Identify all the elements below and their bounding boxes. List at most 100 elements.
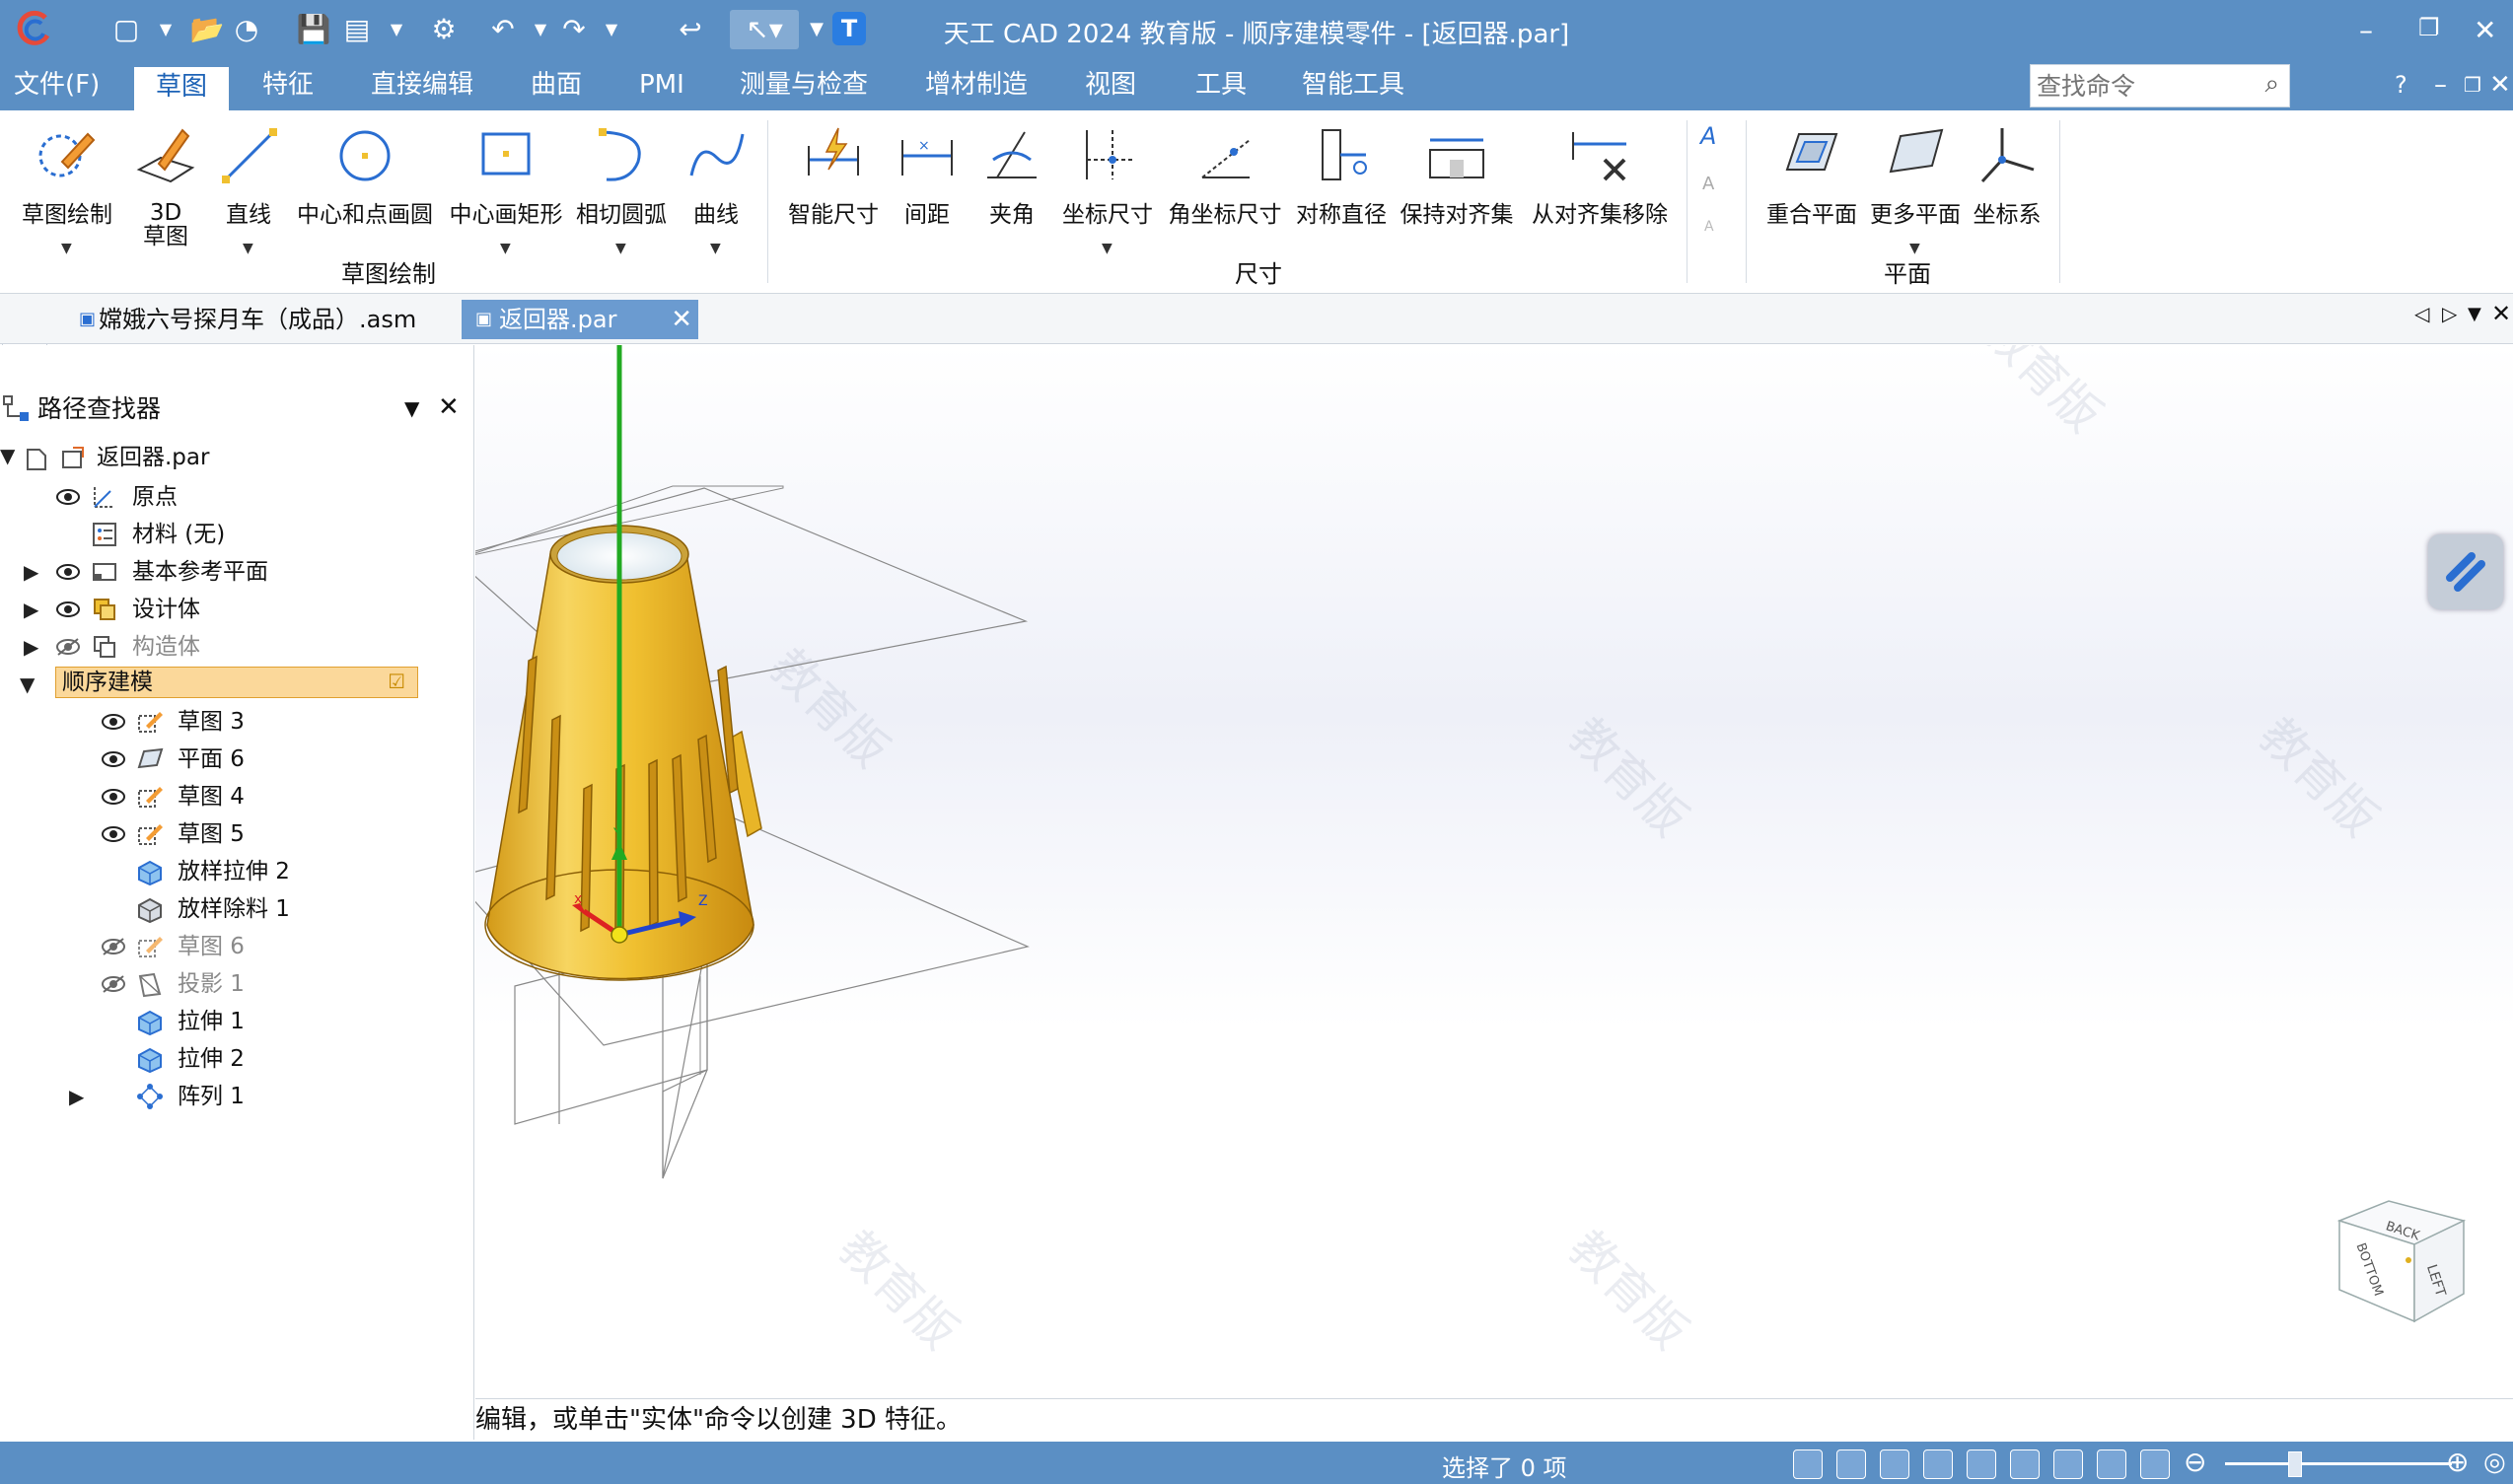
- tree-item-material[interactable]: 材料 (无): [132, 518, 225, 551]
- restore-icon[interactable]: ❐: [2418, 14, 2440, 41]
- coordinate-dimension-button[interactable]: 坐标尺寸 ▼: [1055, 110, 1160, 293]
- tree-item-construction-body[interactable]: 构造体: [132, 630, 200, 664]
- close-window-icon[interactable]: ✕: [2474, 14, 2496, 46]
- hidden-eye-icon[interactable]: [101, 974, 126, 994]
- expand-pattern-icon[interactable]: ▶: [69, 1085, 84, 1108]
- zoom-slider-thumb[interactable]: [2288, 1451, 2302, 1477]
- menu-direct-edit[interactable]: 直接编辑: [371, 69, 473, 108]
- tree-item-extrude-1[interactable]: 拉伸 1: [178, 1005, 245, 1038]
- pathfinder-menu-dropdown-icon[interactable]: ▼: [404, 396, 419, 420]
- center-rect-button[interactable]: 中心画矩形 ▼: [446, 110, 566, 293]
- hidden-eye-icon[interactable]: [55, 637, 81, 657]
- menu-surface[interactable]: 曲面: [531, 69, 582, 108]
- sketch-3d-button[interactable]: 3D 草图: [126, 110, 205, 293]
- zoom-slider-track[interactable]: [2225, 1462, 2452, 1465]
- symmetric-diameter-button[interactable]: 对称直径: [1290, 110, 1393, 293]
- view-cube[interactable]: BACK BOTTOM LEFT: [2330, 1191, 2477, 1339]
- expand-ref-planes-icon[interactable]: ▶: [24, 560, 38, 584]
- zoom-window-icon[interactable]: [1793, 1449, 1823, 1479]
- visibility-eye-icon[interactable]: [101, 824, 126, 844]
- rotate-icon[interactable]: [2010, 1449, 2040, 1479]
- tree-item-sketch-4[interactable]: 草图 4: [178, 780, 245, 813]
- origin-point[interactable]: [610, 926, 628, 944]
- part-model-canvas[interactable]: x Y Z: [475, 345, 2513, 1395]
- menu-pmi[interactable]: PMI: [639, 69, 684, 108]
- tree-item-sketch-3[interactable]: 草图 3: [178, 705, 245, 739]
- ordered-check-icon[interactable]: ☑: [388, 670, 405, 693]
- expand-root-icon[interactable]: ▼: [0, 444, 15, 467]
- visibility-eye-icon[interactable]: [101, 787, 126, 807]
- distance-button[interactable]: × 间距: [888, 110, 967, 293]
- menu-file[interactable]: 文件(F): [14, 69, 100, 108]
- tangent-arc-button[interactable]: 相切圆弧 ▼: [572, 110, 671, 293]
- coincident-plane-button[interactable]: 重合平面: [1758, 110, 1866, 293]
- menu-view[interactable]: 视图: [1085, 69, 1136, 108]
- visibility-eye-icon[interactable]: [101, 712, 126, 732]
- doc-minimize-icon[interactable]: –: [2434, 69, 2447, 108]
- tab-assembly[interactable]: ▣ 嫦娥六号探月车（成品）.asm ✕: [61, 300, 493, 339]
- tree-item-pattern-1[interactable]: 阵列 1: [178, 1080, 245, 1113]
- section-view-icon[interactable]: [2140, 1449, 2170, 1479]
- menu-measure-inspect[interactable]: 测量与检查: [740, 69, 868, 108]
- text-size-up-icon[interactable]: A: [1702, 174, 1714, 194]
- expand-construction-body-icon[interactable]: ▶: [24, 635, 38, 659]
- tab-close-all-icon[interactable]: ✕: [2491, 300, 2511, 327]
- tree-item-plane-6[interactable]: 平面 6: [178, 742, 245, 776]
- command-search-input[interactable]: [2031, 65, 2246, 106]
- pathfinder-close-icon[interactable]: ✕: [438, 392, 460, 422]
- keep-alignment-button[interactable]: 保持对齐集: [1397, 110, 1517, 293]
- tab-list-dropdown-icon[interactable]: ▼: [2468, 304, 2481, 324]
- tree-root-label[interactable]: 返回器.par: [97, 441, 209, 474]
- sketch-draw-dropdown-icon[interactable]: ▼: [61, 241, 72, 256]
- tree-item-design-body[interactable]: 设计体: [132, 593, 200, 626]
- visibility-eye-icon[interactable]: [55, 562, 81, 582]
- view-orientation-icon[interactable]: [2053, 1449, 2083, 1479]
- menu-sketch[interactable]: 草图: [134, 67, 230, 110]
- coordinate-system-button[interactable]: 坐标系: [1965, 110, 2049, 293]
- expand-design-body-icon[interactable]: ▶: [24, 598, 38, 621]
- display-style-icon[interactable]: [2097, 1449, 2126, 1479]
- tree-item-sketch-5[interactable]: 草图 5: [178, 817, 245, 851]
- center-rect-dropdown-icon[interactable]: ▼: [500, 241, 511, 256]
- visibility-eye-icon[interactable]: [101, 749, 126, 769]
- view-settings-icon[interactable]: ◎: [2483, 1448, 2506, 1477]
- zoom-area-icon[interactable]: [1836, 1449, 1866, 1479]
- tree-item-projection-1[interactable]: 投影 1: [178, 967, 245, 1001]
- menu-feature[interactable]: 特征: [262, 69, 314, 108]
- tree-item-extrude-2[interactable]: 拉伸 2: [178, 1042, 245, 1076]
- remove-alignment-button[interactable]: 从对齐集移除: [1521, 110, 1679, 293]
- line-button[interactable]: 直线 ▼: [209, 110, 288, 293]
- 3d-viewport[interactable]: 教育版 教育版 教育版 教育版 教育版 教育版 x Y Z BACK BOTTO…: [475, 345, 2513, 1395]
- angle-button[interactable]: 夹角: [972, 110, 1051, 293]
- visibility-eye-icon[interactable]: [55, 600, 81, 619]
- text-size-down-icon[interactable]: A: [1704, 219, 1714, 235]
- smart-dimension-button[interactable]: 智能尺寸: [779, 110, 888, 293]
- sketch-draw-button[interactable]: 草图绘制 ▼: [14, 110, 120, 293]
- tab-scroll-right-icon[interactable]: ▷: [2442, 302, 2457, 325]
- zoom-icon[interactable]: [1880, 1449, 1909, 1479]
- menu-tools[interactable]: 工具: [1195, 69, 1247, 108]
- tab-part-close-icon[interactable]: ✕: [671, 300, 692, 339]
- zoom-out-icon[interactable]: ⊖: [2184, 1446, 2206, 1478]
- menu-additive[interactable]: 增材制造: [925, 69, 1028, 108]
- tree-item-loft-2[interactable]: 放样拉伸 2: [178, 855, 290, 888]
- help-icon[interactable]: ?: [2395, 69, 2407, 108]
- menu-smart-tools[interactable]: 智能工具: [1302, 69, 1404, 108]
- zoom-in-icon[interactable]: ⊕: [2446, 1446, 2469, 1478]
- tangent-arc-dropdown-icon[interactable]: ▼: [615, 241, 626, 256]
- tree-item-origin[interactable]: 原点: [132, 480, 178, 514]
- command-search[interactable]: ⌕: [2030, 64, 2290, 107]
- view-quickbar-button[interactable]: [2428, 534, 2503, 609]
- hidden-eye-icon[interactable]: [101, 937, 126, 956]
- doc-close-icon[interactable]: ✕: [2489, 69, 2511, 108]
- pan-icon[interactable]: [1967, 1449, 1996, 1479]
- tab-scroll-left-icon[interactable]: ◁: [2414, 302, 2429, 325]
- tree-item-ordered-highlight[interactable]: 顺序建模 ☑: [55, 667, 418, 698]
- tab-part[interactable]: ▣ 返回器.par ✕: [462, 300, 698, 339]
- text-format-icon[interactable]: A: [1700, 122, 1716, 150]
- line-dropdown-icon[interactable]: ▼: [243, 241, 253, 256]
- collapse-ordered-icon[interactable]: ▼: [20, 672, 35, 696]
- doc-restore-icon[interactable]: ❐: [2464, 69, 2481, 108]
- fit-view-icon[interactable]: [1923, 1449, 1953, 1479]
- coordinate-dimension-dropdown-icon[interactable]: ▼: [1102, 241, 1113, 256]
